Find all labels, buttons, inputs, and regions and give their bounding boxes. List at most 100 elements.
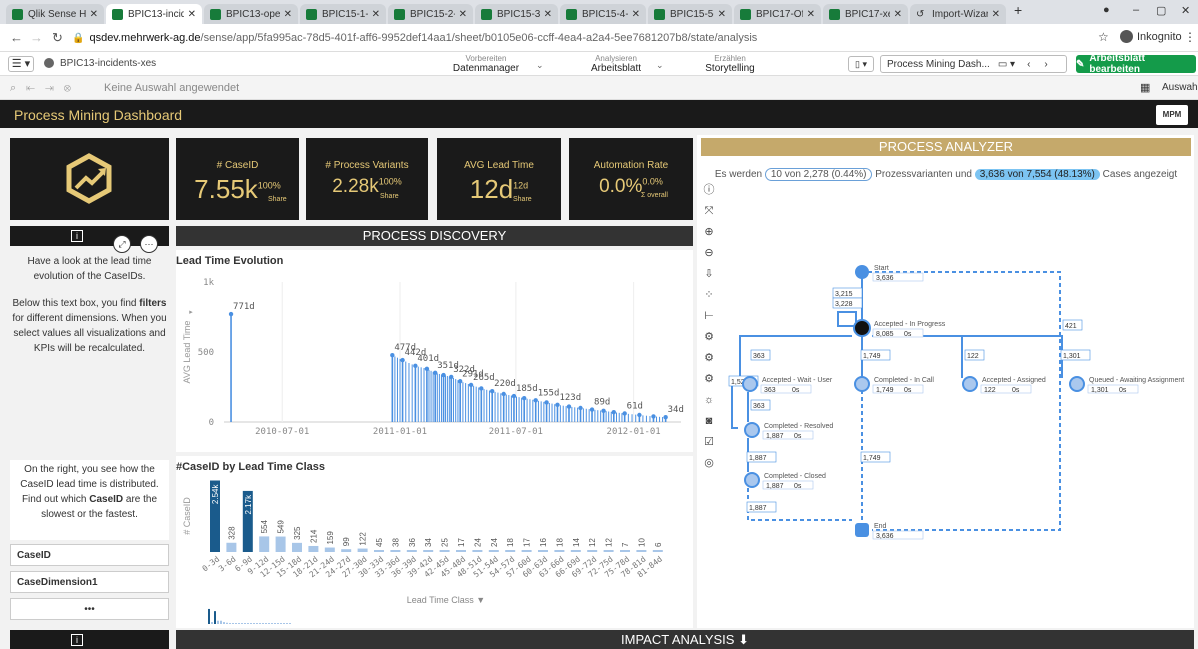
- sort-arrow-icon[interactable]: ▸: [189, 309, 193, 316]
- filter-more[interactable]: •••: [10, 598, 169, 620]
- settings-icon[interactable]: ⚙: [701, 350, 717, 366]
- browser-tab[interactable]: BPIC15-4-xes - ✕: [560, 4, 646, 24]
- export-icon[interactable]: ⇩: [701, 266, 717, 282]
- close-window-icon[interactable]: ✕: [1181, 4, 1190, 17]
- incognito-indicator[interactable]: Inkognito: [1120, 30, 1182, 43]
- lollipop-point[interactable]: [578, 405, 583, 411]
- new-tab-button[interactable]: +: [1014, 2, 1022, 18]
- lollipop-point[interactable]: [663, 415, 668, 420]
- close-tab-icon[interactable]: ✕: [459, 9, 467, 20]
- lollipop-point[interactable]: [479, 386, 484, 391]
- filter-icon[interactable]: ⊢: [701, 308, 717, 324]
- star-icon[interactable]: ☆: [1098, 30, 1109, 44]
- close-tab-icon[interactable]: ✕: [718, 9, 726, 20]
- lollipop-point[interactable]: [622, 411, 627, 416]
- browser-tab[interactable]: BPIC15-3-xes - ✕: [475, 4, 558, 24]
- maximize-icon[interactable]: ▢: [1156, 4, 1166, 17]
- close-tab-icon[interactable]: ✕: [284, 9, 292, 20]
- caseid-by-leadtime-chart[interactable]: # CaseID2.54k0-3d3283-6d2.17k6-9d5549-12…: [176, 456, 693, 628]
- lollipop-point[interactable]: [413, 363, 418, 369]
- chevron-down-icon[interactable]: ⌄: [656, 60, 664, 71]
- url-field[interactable]: 🔒 qsdev.mehrwerk-ag.de/sense/app/5fa995a…: [72, 29, 1082, 47]
- close-tab-icon[interactable]: ✕: [372, 9, 380, 20]
- close-tab-icon[interactable]: ✕: [894, 9, 902, 20]
- camera-icon[interactable]: ◙: [701, 413, 717, 429]
- close-tab-icon[interactable]: ✕: [544, 9, 552, 20]
- x-axis-label[interactable]: Lead Time Class ▼: [407, 595, 485, 605]
- step-prepare[interactable]: Vorbereiten Datenmanager: [446, 54, 526, 74]
- activity-node[interactable]: [744, 422, 760, 438]
- forward-icon[interactable]: →: [30, 30, 43, 45]
- browser-tab[interactable]: BPIC17-xes - Ar ✕: [823, 4, 908, 24]
- close-tab-icon[interactable]: ✕: [807, 9, 815, 20]
- close-tab-icon[interactable]: ✕: [90, 9, 98, 20]
- nodes-icon[interactable]: ⁘: [701, 287, 717, 303]
- prev-sheet-icon[interactable]: ‹: [1027, 59, 1030, 70]
- lollipop-point[interactable]: [228, 311, 234, 317]
- lollipop-point[interactable]: [468, 382, 474, 388]
- bookmark-button[interactable]: ▯ ▾: [848, 56, 874, 72]
- browser-tab[interactable]: ↺ Import-Wizard ✕: [910, 4, 1006, 24]
- lollipop-point[interactable]: [521, 396, 527, 401]
- lollipop-point[interactable]: [555, 402, 560, 407]
- histogram-bar[interactable]: [554, 550, 565, 552]
- lollipop-point[interactable]: [390, 353, 395, 358]
- histogram-bar[interactable]: [308, 545, 319, 552]
- close-tab-icon[interactable]: ✕: [632, 9, 640, 20]
- close-tab-icon[interactable]: ✕: [992, 9, 1000, 20]
- lollipop-point[interactable]: [637, 412, 642, 418]
- browser-menu-icon[interactable]: ⋮: [1184, 30, 1196, 44]
- browser-tab[interactable]: BPIC15-2-xes - ✕: [388, 4, 473, 24]
- histogram-bar[interactable]: [636, 550, 647, 552]
- lollipop-point[interactable]: [589, 407, 595, 412]
- lollipop-point[interactable]: [611, 410, 616, 415]
- lollipop-point[interactable]: [489, 389, 495, 394]
- process-edge[interactable]: [868, 271, 1061, 531]
- histogram-bar[interactable]: [341, 549, 352, 552]
- settings-icon[interactable]: ⚙: [701, 371, 717, 387]
- menu-button[interactable]: ☰ ▾: [8, 56, 34, 72]
- start-node-icon[interactable]: [855, 265, 869, 279]
- histogram-bar[interactable]: [472, 550, 483, 552]
- histogram-bar[interactable]: [357, 548, 368, 552]
- profile-icon[interactable]: ●: [1103, 4, 1110, 16]
- histogram-bar[interactable]: [423, 550, 434, 552]
- histogram-bar[interactable]: [587, 550, 598, 552]
- close-tab-icon[interactable]: ✕: [188, 9, 196, 20]
- target-icon[interactable]: ◎: [701, 455, 717, 471]
- histogram-bar[interactable]: [439, 550, 450, 552]
- activity-node[interactable]: [962, 376, 978, 392]
- edit-sheet-button[interactable]: ✎ Arbeitsblatt bearbeiten: [1076, 53, 1196, 75]
- caseid-by-leadtime-panel[interactable]: #CaseID by Lead Time Class # CaseID 2.54k…: [176, 456, 693, 628]
- step-story[interactable]: Erzählen Storytelling: [690, 54, 770, 74]
- histogram-bar[interactable]: [620, 550, 630, 552]
- back-icon[interactable]: ←: [10, 30, 23, 45]
- kpi-caseid[interactable]: # CaseID 7.55k100% Share: [176, 138, 299, 220]
- kpi-automation[interactable]: Automation Rate 0.0%0.0% Σ overall: [569, 138, 693, 220]
- next-sheet-icon[interactable]: ›: [1044, 59, 1047, 70]
- checkbox-icon[interactable]: ☑: [701, 434, 717, 450]
- variants-pill[interactable]: 10 von 2,278 (0.44%): [764, 168, 873, 181]
- process-graph[interactable]: 3,2153,228421363 1,749 122 1,3011,5243631,8…: [722, 250, 1192, 570]
- filter-casedimension1[interactable]: CaseDimension1: [10, 571, 169, 593]
- kpi-variants[interactable]: # Process Variants 2.28k100% Share: [306, 138, 428, 220]
- histogram-bar[interactable]: [505, 550, 516, 552]
- histogram-bar[interactable]: [538, 550, 548, 552]
- more-options-icon[interactable]: ⋯: [140, 235, 158, 253]
- activity-node[interactable]: [853, 319, 871, 337]
- lollipop-point[interactable]: [566, 404, 572, 409]
- histogram-bar[interactable]: [570, 550, 581, 552]
- histogram-bar[interactable]: [488, 550, 499, 552]
- histogram-bar[interactable]: [292, 542, 302, 552]
- histogram-bar[interactable]: [521, 550, 532, 552]
- zoom-out-icon[interactable]: ⊖: [701, 245, 717, 261]
- browser-tab[interactable]: BPIC13-incident ✕: [106, 4, 202, 24]
- activity-node[interactable]: [742, 376, 758, 392]
- lollipop-point[interactable]: [501, 391, 506, 397]
- end-node-icon[interactable]: [855, 523, 869, 537]
- lollipop-point[interactable]: [457, 379, 463, 384]
- kpi-leadtime[interactable]: AVG Lead Time 12d12d Share: [437, 138, 561, 220]
- histogram-bar[interactable]: [603, 550, 614, 552]
- activity-node[interactable]: [1069, 376, 1085, 392]
- expand-icon[interactable]: ⤢: [113, 235, 131, 253]
